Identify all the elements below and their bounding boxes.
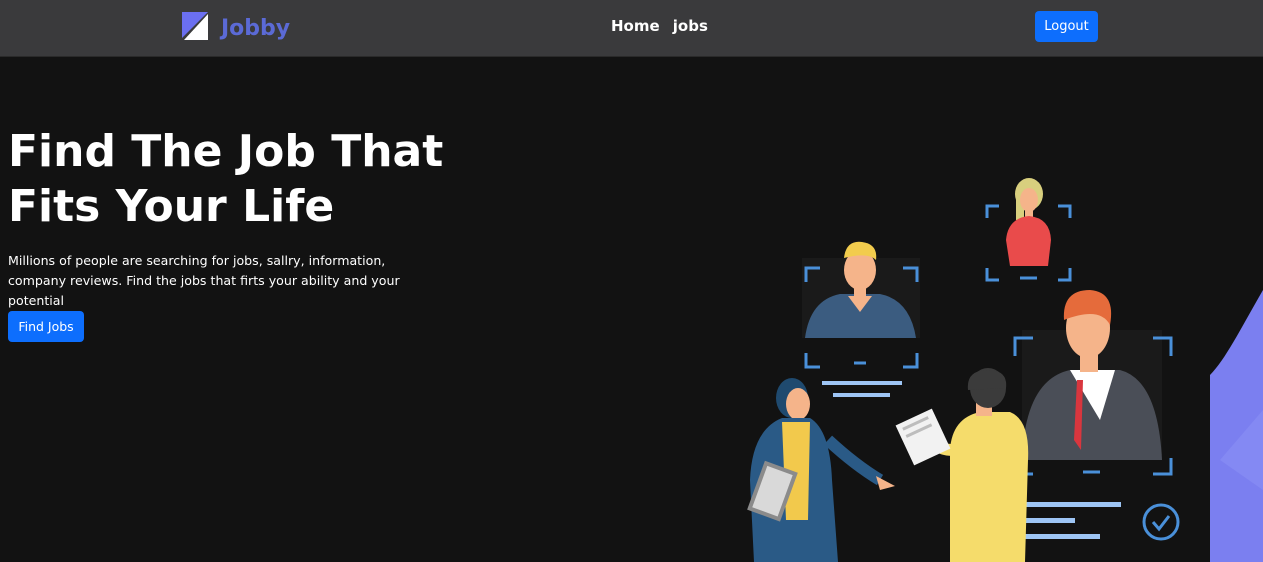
job-recruitment-illustration-icon <box>747 178 1263 562</box>
man-with-paper <box>895 368 1029 562</box>
find-jobs-button[interactable]: Find Jobs <box>8 311 84 342</box>
woman-with-clipboard <box>747 378 895 562</box>
hero-description: Millions of people are searching for job… <box>8 253 400 308</box>
logout-button[interactable]: Logout <box>1035 11 1098 42</box>
navbar: Jobby Home jobs Logout <box>0 0 1263 57</box>
check-circle-icon <box>1142 503 1180 541</box>
hero-heading: Find The Job That Fits Your Life <box>8 124 448 234</box>
nav-link-home[interactable]: Home <box>611 17 660 35</box>
brand-logo[interactable]: Jobby <box>182 12 292 46</box>
candidate-woman <box>1006 178 1051 266</box>
nav-links: Home jobs <box>611 16 716 40</box>
hero-heading-line-1: Find The Job That <box>8 126 444 177</box>
nav-link-jobs[interactable]: jobs <box>673 17 708 35</box>
hero-heading-line-2: Fits Your Life <box>8 181 335 232</box>
jobby-logo-icon <box>182 12 208 40</box>
brand-name: Jobby <box>221 16 291 41</box>
